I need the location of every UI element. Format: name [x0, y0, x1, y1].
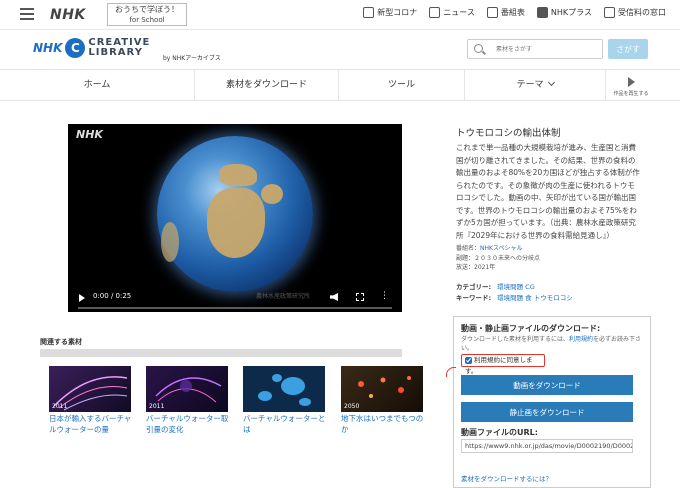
- search-icon: [474, 44, 483, 53]
- related-title[interactable]: バーチャルウォーターとは: [243, 414, 329, 435]
- keyword-link[interactable]: 環境問題 食 トウモロコシ: [497, 294, 573, 302]
- episode: 副題：２０３０未来への分岐点: [456, 254, 541, 262]
- video-url-field[interactable]: https://www9.nhk.or.jp/das/movie/D000219…: [461, 439, 633, 453]
- top-bar: NHK おうちで学ぼう！ for School 新型コロナ ニュース 番組表 N…: [0, 0, 680, 30]
- top-link-label: ニュース: [443, 8, 475, 17]
- related-thumbnail[interactable]: [243, 366, 325, 412]
- brand-bar: NHK C CREATIVE LIBRARY by NHKアーカイブス さがす: [0, 31, 680, 69]
- download-video-button[interactable]: 動画をダウンロード: [461, 375, 633, 395]
- thumbnail-graphic: [258, 374, 311, 406]
- video-watermark: NHK: [76, 128, 103, 141]
- search-button[interactable]: さがす: [608, 39, 648, 59]
- school-line1: おうちで学ぼう！: [115, 5, 179, 14]
- video-time: 0:00 / 0:25: [93, 292, 132, 300]
- more-options-icon[interactable]: ⋮: [380, 292, 389, 301]
- logo-c-icon: C: [65, 38, 86, 58]
- category-link[interactable]: 環境問題 CG: [497, 283, 535, 291]
- related-title[interactable]: バーチャルウォーター取引量の変化: [146, 414, 232, 435]
- play-icon[interactable]: [79, 294, 85, 302]
- top-link-covid[interactable]: 新型コロナ: [363, 7, 417, 18]
- top-link-label: 受信料の窓口: [618, 8, 666, 17]
- by-archives: by NHKアーカイブス: [163, 55, 221, 62]
- logo-line2: LIBRARY: [88, 47, 143, 58]
- menu-icon[interactable]: [20, 8, 34, 20]
- related-thumbnail[interactable]: 2050: [341, 366, 423, 412]
- creative-library-logo[interactable]: NHK C CREATIVE LIBRARY: [33, 38, 150, 58]
- nav-theme-label: テーマ: [516, 80, 544, 90]
- play-works-button[interactable]: 作品を再生する: [606, 70, 656, 101]
- nav-home[interactable]: ホーム: [0, 70, 195, 101]
- news-icon: [429, 7, 441, 18]
- program-label: 番組名：: [456, 245, 481, 252]
- how-to-download-link[interactable]: 素材をダウンロードするには？: [461, 473, 552, 483]
- related-divider: [40, 349, 402, 357]
- program-link[interactable]: NHKスペシャル: [480, 245, 523, 252]
- nav-download[interactable]: 素材をダウンロード: [195, 70, 339, 101]
- top-link-news[interactable]: ニュース: [429, 7, 475, 18]
- agree-checkbox[interactable]: [465, 356, 472, 364]
- related-title[interactable]: 日本が輸入するバーチャルウォーターの量: [49, 414, 135, 435]
- note-text: ダウンロードした素材を利用するには、: [461, 336, 570, 343]
- volume-icon[interactable]: [330, 293, 338, 301]
- search-box[interactable]: [467, 39, 603, 59]
- top-link-fee[interactable]: 受信料の窓口: [604, 7, 666, 18]
- download-title: 動画・静止画ファイルのダウンロード:: [461, 324, 601, 333]
- main-nav: ホーム 素材をダウンロード ツール テーマ 作品を再生する: [0, 69, 680, 101]
- fee-icon: [604, 7, 615, 18]
- video-progress-bar[interactable]: [78, 307, 392, 309]
- download-note: ダウンロードした素材を利用するには、利用規約を必ずお読み下さい。: [461, 335, 645, 353]
- covid-icon: [363, 7, 375, 18]
- thumbnail-year: 2011: [149, 403, 165, 410]
- url-label: 動画ファイルのURL:: [461, 428, 538, 437]
- download-panel: 動画・静止画ファイルのダウンロード: ダウンロードした素材を利用するには、利用規…: [446, 316, 651, 488]
- thumbnail-year: 2011: [52, 403, 68, 410]
- top-link-label: 番組表: [500, 8, 525, 17]
- terms-link[interactable]: 利用規約: [569, 336, 593, 343]
- logo-text: CREATIVE LIBRARY: [88, 38, 150, 58]
- agree-text: 利用規約に同意します。: [465, 356, 533, 375]
- top-link-label: 新型コロナ: [377, 8, 418, 17]
- top-link-label: NHKプラス: [550, 8, 592, 17]
- agree-checkbox-label[interactable]: 利用規約に同意します。: [461, 354, 545, 375]
- tags: カテゴリー: 環境問題 CG キーワード: 環境問題 食 トウモロコシ: [456, 282, 573, 304]
- video-controls: 0:00 / 0:25 ⋮: [68, 284, 402, 312]
- earth-globe: [157, 136, 313, 292]
- top-link-nhk-plus[interactable]: NHKプラス: [536, 7, 592, 18]
- school-line2: for School: [129, 16, 165, 24]
- category-label: カテゴリー:: [456, 283, 492, 291]
- related-thumbnail[interactable]: 2011: [146, 366, 228, 412]
- arrow-icon: [446, 367, 456, 377]
- top-links: 新型コロナ ニュース 番組表 NHKプラス 受信料の窓口: [363, 7, 666, 18]
- aired: 放送：2021年: [456, 264, 496, 271]
- nav-tools[interactable]: ツール: [339, 70, 465, 101]
- download-image-button[interactable]: 静止画をダウンロード: [461, 402, 633, 422]
- video-player[interactable]: NHK 農林水産政策研究所 0:00 / 0:25 ⋮: [68, 124, 402, 312]
- related-title[interactable]: 地下水はいつまでもつのか: [341, 414, 427, 435]
- land-europe: [219, 164, 257, 186]
- land-africa: [207, 188, 265, 258]
- thumbnail-year: 2050: [344, 403, 360, 410]
- play-works-label: 作品を再生する: [613, 91, 649, 97]
- nhk-logo[interactable]: NHK: [50, 7, 86, 23]
- for-school-link[interactable]: おうちで学ぼう！ for School: [107, 3, 187, 26]
- keyword-label: キーワード:: [456, 294, 492, 302]
- search-input[interactable]: [496, 43, 596, 55]
- fullscreen-icon[interactable]: [356, 293, 364, 301]
- nhk-plus-icon: [536, 7, 548, 18]
- chevron-down-icon: [547, 78, 555, 87]
- material-description: これまで単一品種の大規模栽培が進み、生産国と消費国が切り離されてきました。その結…: [456, 143, 640, 240]
- land-south-america: [161, 222, 179, 262]
- logo-nhk: NHK: [33, 41, 63, 55]
- land-arabia: [261, 184, 283, 204]
- related-thumbnail[interactable]: 2011: [49, 366, 131, 412]
- program-meta: 番組名：NHKスペシャル 副題：２０３０未来への分岐点 放送：2021年: [456, 244, 540, 273]
- top-link-program-guide[interactable]: 番組表: [486, 7, 525, 18]
- play-icon: [627, 77, 635, 87]
- material-title: トウモロコシの輸出体制: [456, 128, 561, 139]
- program-guide-icon: [486, 7, 498, 18]
- nav-theme[interactable]: テーマ: [465, 70, 606, 101]
- related-heading: 関連する素材: [40, 338, 82, 346]
